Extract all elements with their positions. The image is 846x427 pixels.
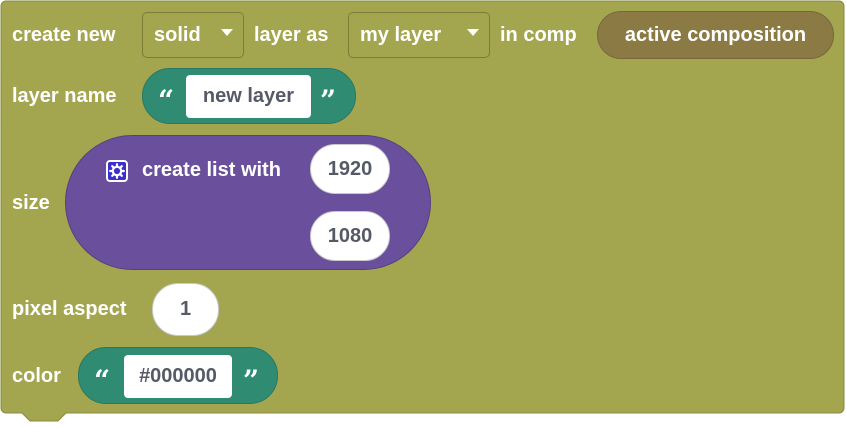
comp-variable-label: active composition: [624, 23, 807, 46]
create-list-label: create list with: [142, 159, 281, 181]
color-field[interactable]: #000000: [124, 355, 232, 398]
create-list-block[interactable]: create list with 1920 1080: [65, 135, 431, 270]
pixel-aspect-value: 1: [179, 298, 192, 320]
close-quote-icon: ”: [243, 364, 260, 397]
list-item-value: 1920: [327, 157, 373, 180]
open-quote-icon: “: [158, 84, 175, 117]
list-item-value: 1080: [327, 224, 373, 247]
color-text-block[interactable]: “ #000000 ”: [78, 347, 278, 404]
list-item-input[interactable]: 1920: [310, 144, 390, 194]
in-comp-label: in comp: [500, 24, 577, 46]
layer-name-field[interactable]: new layer: [186, 75, 311, 118]
layer-variable-value: my layer: [360, 23, 442, 46]
list-item-input[interactable]: 1080: [310, 211, 390, 261]
pixel-aspect-label: pixel aspect: [12, 298, 127, 320]
create-new-label: create new: [12, 24, 116, 46]
comp-variable-block[interactable]: active composition: [597, 11, 834, 59]
layer-name-text-block[interactable]: “ new layer ”: [142, 68, 356, 124]
open-quote-icon: “: [94, 364, 111, 397]
size-label: size: [12, 192, 50, 214]
layer-name-value: new layer: [202, 85, 295, 107]
close-quote-icon: ”: [320, 84, 337, 117]
chevron-down-icon: [221, 29, 233, 36]
chevron-down-icon: [467, 29, 479, 36]
color-value: #000000: [139, 365, 217, 387]
layer-type-value: solid: [154, 23, 201, 46]
layer-name-label: layer name: [12, 85, 117, 107]
layer-as-label: layer as: [254, 24, 329, 46]
layer-variable-dropdown[interactable]: my layer: [348, 12, 490, 58]
gear-icon[interactable]: [106, 160, 128, 182]
pixel-aspect-input[interactable]: 1: [152, 283, 219, 336]
color-label: color: [12, 365, 61, 387]
layer-type-dropdown[interactable]: solid: [142, 12, 244, 58]
